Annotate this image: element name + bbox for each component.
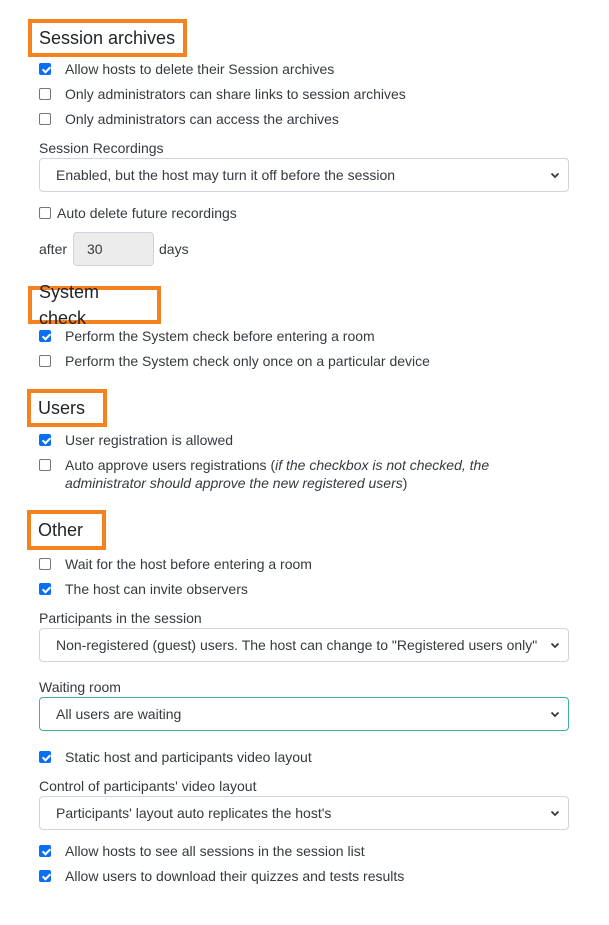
session-recordings-label: Session Recordings (39, 140, 164, 156)
checkbox-allow-delete-archives[interactable] (39, 63, 51, 75)
session-recordings-select[interactable]: Enabled, but the host may turn it off be… (39, 158, 569, 192)
checkbox-row-auto-delete-recordings[interactable]: Auto delete future recordings (39, 204, 237, 222)
checkbox-system-check-once[interactable] (39, 355, 51, 367)
participants-select[interactable]: Non-registered (guest) users. The host c… (39, 628, 569, 662)
input-value: 30 (87, 241, 103, 257)
checkbox-auto-approve-registrations[interactable] (39, 459, 51, 471)
checkbox-row-user-registration[interactable]: User registration is allowed (39, 431, 233, 449)
checkbox-label: Allow hosts to see all sessions in the s… (65, 843, 365, 859)
days-label: days (159, 241, 189, 257)
checkbox-label: Only administrators can access the archi… (65, 111, 339, 127)
select-value: Participants' layout auto replicates the… (56, 805, 332, 821)
select-value: Non-registered (guest) users. The host c… (56, 637, 538, 653)
label-main: Auto approve users registrations ( (65, 457, 276, 473)
checkbox-label: Auto approve users registrations (if the… (65, 456, 510, 492)
checkbox-label: Perform the System check only once on a … (65, 353, 430, 369)
chevron-down-icon (550, 810, 560, 817)
checkbox-label: Allow hosts to delete their Session arch… (65, 61, 335, 77)
checkbox-row-system-check-once[interactable]: Perform the System check only once on a … (39, 352, 430, 370)
checkbox-row-allow-delete-archives[interactable]: Allow hosts to delete their Session arch… (39, 60, 334, 78)
checkbox-label: The host can invite observers (65, 581, 248, 597)
select-value: Enabled, but the host may turn it off be… (56, 167, 396, 183)
label-suffix: ) (402, 475, 408, 491)
section-title-text: System check (39, 282, 100, 328)
section-title-text: Other (38, 520, 84, 540)
checkbox-system-check-before-room[interactable] (39, 330, 51, 342)
checkbox-admin-access-archives[interactable] (39, 113, 51, 125)
checkbox-label: Static host and participants video layou… (65, 749, 312, 765)
section-title-session-archives: Session archives (28, 19, 187, 57)
section-title-text: Users (38, 398, 86, 418)
chevron-down-icon (550, 172, 560, 179)
checkbox-row-auto-approve-registrations[interactable]: Auto approve users registrations (if the… (39, 456, 510, 492)
checkbox-admin-share-links[interactable] (39, 88, 51, 100)
checkbox-row-static-layout[interactable]: Static host and participants video layou… (39, 748, 312, 766)
section-title-text: Session archives (39, 28, 176, 48)
checkbox-row-system-check-before-room[interactable]: Perform the System check before entering… (39, 327, 375, 345)
checkbox-row-wait-for-host[interactable]: Wait for the host before entering a room (39, 555, 312, 573)
chevron-down-icon (550, 711, 560, 718)
select-value: All users are waiting (56, 706, 182, 722)
checkbox-label: Wait for the host before entering a room (65, 556, 312, 572)
checkbox-auto-delete-recordings[interactable] (39, 207, 51, 219)
chevron-down-icon (550, 642, 560, 649)
section-title-users: Users (27, 389, 107, 427)
waiting-room-select[interactable]: All users are waiting (39, 697, 569, 731)
checkbox-invite-observers[interactable] (39, 583, 51, 595)
section-title-system-check: System check (28, 282, 161, 328)
checkbox-user-registration[interactable] (39, 434, 51, 446)
video-layout-control-select[interactable]: Participants' layout auto replicates the… (39, 796, 569, 830)
checkbox-row-admin-access-archives[interactable]: Only administrators can access the archi… (39, 110, 339, 128)
waiting-room-label: Waiting room (39, 679, 121, 695)
video-layout-control-label: Control of participants' video layout (39, 778, 257, 794)
auto-delete-days-input[interactable]: 30 (73, 232, 154, 266)
checkbox-wait-for-host[interactable] (39, 558, 51, 570)
checkbox-hosts-see-all-sessions[interactable] (39, 845, 51, 857)
checkbox-label: User registration is allowed (65, 432, 234, 448)
after-label: after (39, 241, 68, 257)
checkbox-row-admin-share-links[interactable]: Only administrators can share links to s… (39, 85, 406, 103)
checkbox-label: Only administrators can share links to s… (65, 86, 406, 102)
checkbox-label: Allow users to download their quizzes an… (65, 868, 405, 884)
checkbox-row-download-quiz-results[interactable]: Allow users to download their quizzes an… (39, 867, 404, 885)
checkbox-row-hosts-see-all-sessions[interactable]: Allow hosts to see all sessions in the s… (39, 842, 365, 860)
section-title-other: Other (27, 510, 106, 550)
checkbox-label: Auto delete future recordings (57, 205, 237, 221)
checkbox-row-invite-observers[interactable]: The host can invite observers (39, 580, 248, 598)
checkbox-static-layout[interactable] (39, 751, 51, 763)
checkbox-label: Perform the System check before entering… (65, 328, 375, 344)
participants-label: Participants in the session (39, 610, 202, 626)
checkbox-download-quiz-results[interactable] (39, 870, 51, 882)
